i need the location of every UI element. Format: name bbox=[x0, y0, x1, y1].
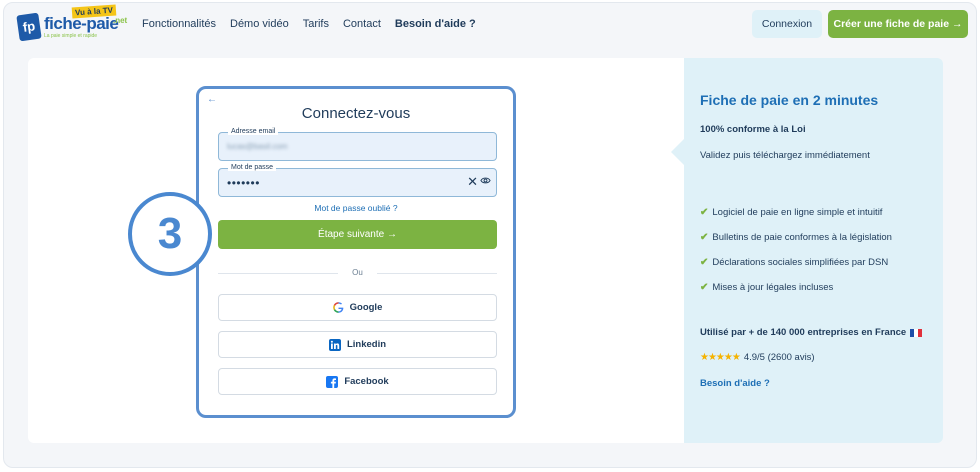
google-label: Google bbox=[349, 302, 383, 313]
nav-fonctionnalites[interactable]: Fonctionnalités bbox=[142, 18, 216, 30]
linkedin-label: Linkedin bbox=[346, 339, 387, 350]
fiche-paie-logo[interactable]: fp fiche-paie Vu à la TV .net La paie si… bbox=[16, 4, 128, 42]
side-description: Validez puis téléchargez immédiatement bbox=[700, 150, 870, 161]
feature-text: Mises à jour légales incluses bbox=[712, 282, 834, 293]
back-arrow-icon[interactable]: ← bbox=[207, 94, 217, 105]
usage-text: Utilisé par + de 140 000 entreprises en … bbox=[700, 327, 907, 338]
list-item: ✔ Déclarations sociales simplifiées par … bbox=[700, 250, 892, 275]
or-text: Ou bbox=[352, 268, 363, 277]
password-value: ••••••• bbox=[227, 176, 260, 190]
facebook-label: Facebook bbox=[344, 376, 389, 387]
password-label: Mot de passe bbox=[228, 164, 277, 171]
usage-statement: Utilisé par + de 140 000 entreprises en … bbox=[700, 327, 923, 338]
list-item: ✔ Logiciel de paie en ligne simple et in… bbox=[700, 200, 892, 225]
google-icon bbox=[332, 302, 343, 313]
feature-text: Déclarations sociales simplifiées par DS… bbox=[712, 257, 889, 268]
login-form: ← Connectez-vous Adresse email lucas@bas… bbox=[196, 86, 516, 418]
nav-tarifs[interactable]: Tarifs bbox=[303, 18, 329, 30]
email-field[interactable]: Adresse email lucas@basil.com bbox=[218, 128, 497, 161]
logo-tld: .net bbox=[113, 16, 128, 25]
list-item: ✔ Mises à jour légales incluses bbox=[700, 275, 892, 300]
eye-icon[interactable] bbox=[480, 175, 491, 186]
facebook-login-button[interactable]: Facebook bbox=[218, 368, 497, 395]
linkedin-login-button[interactable]: Linkedin bbox=[218, 331, 497, 358]
forgot-password-link[interactable]: Mot de passe oublié ? bbox=[199, 203, 513, 213]
feature-list: ✔ Logiciel de paie en ligne simple et in… bbox=[700, 200, 892, 300]
next-step-button[interactable]: Étape suivante → bbox=[218, 220, 497, 249]
logo-mark: fp bbox=[16, 12, 42, 42]
side-subtitle: 100% conforme à la Loi bbox=[700, 124, 806, 135]
password-field[interactable]: Mot de passe ••••••• ✕ bbox=[218, 164, 497, 197]
rating: ★★★★★ 4.9/5 (2600 avis) bbox=[700, 352, 815, 363]
star-rating-icon: ★★★★★ bbox=[700, 352, 741, 363]
facebook-icon bbox=[326, 375, 339, 388]
list-item: ✔ Bulletins de paie conformes à la légis… bbox=[700, 225, 892, 250]
clear-icon[interactable]: ✕ bbox=[467, 174, 478, 190]
nav-besoin-aide[interactable]: Besoin d'aide ? bbox=[395, 18, 476, 30]
france-flag-icon bbox=[910, 328, 923, 337]
side-title: Fiche de paie en 2 minutes bbox=[700, 92, 879, 108]
create-payslip-button[interactable]: Créer une fiche de paie → bbox=[828, 10, 968, 38]
check-icon: ✔ bbox=[700, 232, 709, 243]
side-help-link[interactable]: Besoin d'aide ? bbox=[700, 378, 770, 389]
check-icon: ✔ bbox=[700, 257, 709, 268]
nav-demo-video[interactable]: Démo vidéo bbox=[230, 18, 289, 30]
or-divider: Ou bbox=[218, 268, 497, 277]
linkedin-icon bbox=[328, 338, 341, 351]
rating-text: 4.9/5 (2600 avis) bbox=[743, 352, 815, 363]
email-label: Adresse email bbox=[228, 128, 279, 135]
feature-text: Bulletins de paie conformes à la législa… bbox=[712, 232, 892, 243]
logo-tagline: La paie simple et rapide bbox=[44, 33, 98, 39]
check-icon: ✔ bbox=[700, 282, 709, 293]
panel-notch bbox=[671, 138, 685, 166]
main-nav: Fonctionnalités Démo vidéo Tarifs Contac… bbox=[142, 18, 476, 30]
google-login-button[interactable]: Google bbox=[218, 294, 497, 321]
check-icon: ✔ bbox=[700, 207, 709, 218]
email-value: lucas@basil.com bbox=[227, 142, 288, 151]
connexion-button[interactable]: Connexion bbox=[752, 10, 822, 38]
nav-contact[interactable]: Contact bbox=[343, 18, 381, 30]
feature-text: Logiciel de paie en ligne simple et intu… bbox=[712, 207, 883, 218]
login-title: Connectez-vous bbox=[301, 105, 411, 122]
step-number-badge: 3 bbox=[128, 192, 212, 276]
